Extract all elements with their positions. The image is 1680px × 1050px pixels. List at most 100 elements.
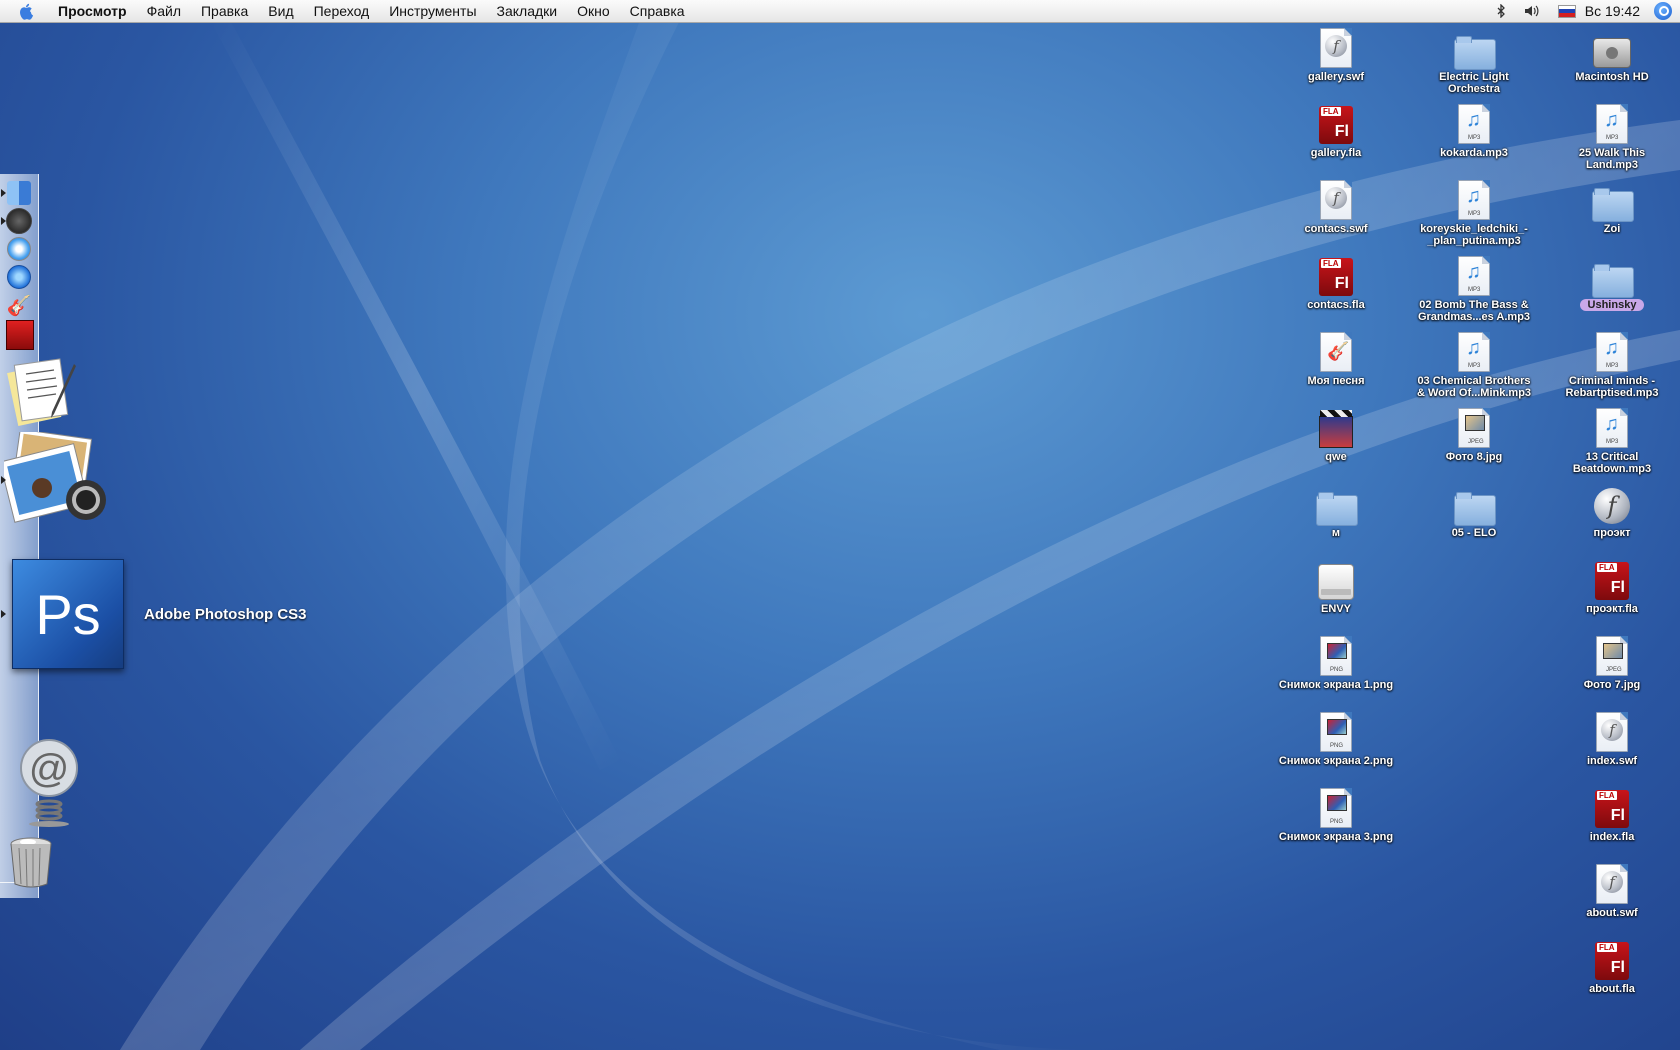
desktop-icon[interactable]: f gallery.swf [1271, 28, 1401, 83]
dock-trash[interactable] [8, 836, 54, 888]
desktop-icon-label: проэкт.fla [1586, 603, 1638, 615]
desktop-icon-label: м [1331, 527, 1341, 539]
desktop-icon-label: 25 Walk This Land.mp3 [1578, 147, 1646, 171]
fla-file-icon: FLA Fl [1319, 258, 1353, 296]
desktop-icon-label: Zoi [1603, 223, 1621, 235]
menu-tools[interactable]: Инструменты [379, 0, 486, 22]
dock-hover-label: Adobe Photoshop CS3 [144, 606, 307, 623]
desktop-icon-label: Criminal minds - Rebartptised.mp3 [1565, 375, 1659, 399]
dock-mail[interactable]: @ [14, 738, 84, 828]
guitar-icon: 🎸 [6, 294, 32, 317]
menu-window[interactable]: Окно [567, 0, 620, 22]
desktop-icon[interactable]: ♫ MP3 13 Critical Beatdown.mp3 [1547, 408, 1677, 475]
menu-view[interactable]: Вид [258, 0, 303, 22]
dock-garageband[interactable]: 🎸 [4, 292, 34, 318]
menu-bookmarks[interactable]: Закладки [487, 0, 568, 22]
desktop-icon[interactable]: FLA Fl gallery.fla [1271, 104, 1401, 159]
swf-file-icon: f [1320, 28, 1352, 68]
menu-clock[interactable]: Вс 19:42 [1585, 3, 1640, 19]
running-indicator [1, 189, 6, 197]
desktop-icon[interactable]: Macintosh HD [1547, 28, 1677, 83]
fla-file-icon: FLA Fl [1595, 562, 1629, 600]
desktop-icon[interactable]: PNG Снимок экрана 2.png [1271, 712, 1401, 767]
photo-booth-icon [6, 320, 34, 350]
desktop-icon[interactable]: f contacs.swf [1271, 180, 1401, 235]
input-source-flag-icon[interactable] [1557, 4, 1576, 18]
desktop-icon[interactable]: FLA Fl about.fla [1547, 940, 1677, 995]
desktop-icon[interactable]: Ushinsky [1547, 256, 1677, 311]
desktop-icon[interactable]: ENVY [1271, 560, 1401, 615]
desktop-icon[interactable]: м [1271, 484, 1401, 539]
desktop-icon[interactable]: FLA Fl проэкт.fla [1547, 560, 1677, 615]
desktop-icon[interactable]: ♫ MP3 03 Chemical Brothers & Word Of...Min… [1409, 332, 1539, 399]
desktop-icon-label: Снимок экрана 3.png [1278, 831, 1394, 843]
desktop-icon[interactable]: ♫ MP3 Criminal minds - Rebartptised.mp3 [1547, 332, 1677, 399]
running-indicator [1, 476, 6, 484]
movie-file-icon [1319, 410, 1353, 448]
png-file-icon: PNG [1320, 712, 1352, 752]
menu-edit[interactable]: Правка [191, 0, 258, 22]
desktop-icon-label: about.fla [1589, 983, 1635, 995]
running-indicator [1, 610, 6, 618]
desktop-icon[interactable]: ♫ MP3 25 Walk This Land.mp3 [1547, 104, 1677, 171]
mp3-file-icon: ♫ MP3 [1596, 408, 1628, 448]
desktop-icon[interactable]: JPEG Фото 8.jpg [1409, 408, 1539, 463]
external-drive-icon [1318, 564, 1354, 600]
menu-app-name[interactable]: Просмотр [48, 0, 137, 22]
desktop-icon-label: Снимок экрана 2.png [1278, 755, 1394, 767]
dock-photo-booth[interactable] [5, 320, 35, 350]
finder-icon [7, 181, 31, 205]
desktop-icon-label: 05 - ELO [1451, 527, 1497, 539]
dock-safari[interactable] [6, 236, 32, 262]
preview-icon [4, 432, 106, 523]
desktop-icon[interactable]: Electric Light Orchestra [1409, 28, 1539, 95]
desktop-icon-label: index.fla [1589, 831, 1635, 843]
dock-textedit[interactable] [6, 354, 80, 428]
desktop-icon[interactable]: FLA Fl contacs.fla [1271, 256, 1401, 311]
mp3-file-icon: ♫ MP3 [1458, 332, 1490, 372]
desktop-icon[interactable]: Zoi [1547, 180, 1677, 235]
desktop-icon[interactable]: FLA Fl index.fla [1547, 788, 1677, 843]
desktop-icon[interactable]: ♫ MP3 kokarda.mp3 [1409, 104, 1539, 159]
desktop-icon[interactable]: 05 - ELO [1409, 484, 1539, 539]
png-file-icon: PNG [1320, 636, 1352, 676]
apple-menu-icon[interactable] [18, 2, 36, 20]
photoshop-mark: Ps [35, 582, 101, 646]
desktop-icon-label: 13 Critical Beatdown.mp3 [1572, 451, 1652, 475]
desktop-icon[interactable]: ♫ MP3 koreyskie_ledchiki_- _plan_putina.mp… [1409, 180, 1539, 247]
textedit-icon [7, 358, 76, 426]
dock-quicktime[interactable] [6, 264, 32, 290]
desktop-icon-label: contacs.fla [1307, 299, 1365, 311]
desktop-icon-label: 02 Bomb The Bass & Grandmas...es A.mp3 [1417, 299, 1531, 323]
desktop-icon[interactable]: f index.swf [1547, 712, 1677, 767]
menu-help[interactable]: Справка [620, 0, 695, 22]
running-indicator [1, 217, 6, 225]
menu-file[interactable]: Файл [137, 0, 191, 22]
desktop-icon[interactable]: qwe [1271, 408, 1401, 463]
mp3-file-icon: ♫ MP3 [1458, 256, 1490, 296]
front-row-icon [6, 208, 32, 234]
dock-front-row[interactable] [6, 208, 32, 234]
desktop-icon[interactable]: PNG Снимок экрана 1.png [1271, 636, 1401, 691]
jpeg-file-icon: JPEG [1458, 408, 1490, 448]
desktop-icon[interactable]: PNG Снимок экрана 3.png [1271, 788, 1401, 843]
dock-photoshop[interactable]: Ps [12, 558, 124, 670]
desktop-icon[interactable]: f проэкт [1547, 484, 1677, 539]
dock-finder[interactable] [6, 180, 32, 206]
desktop-icon-label: qwe [1325, 451, 1347, 463]
photoshop-icon: Ps [12, 559, 124, 669]
desktop-icon-label: contacs.swf [1304, 223, 1368, 235]
desktop-icon[interactable]: ♫ MP3 02 Bomb The Bass & Grandmas...es A.m… [1409, 256, 1539, 323]
desktop-icon[interactable]: f about.swf [1547, 864, 1677, 919]
dock-preview[interactable] [4, 432, 114, 532]
desktop-icon-label: 03 Chemical Brothers & Word Of...Mink.mp… [1416, 375, 1532, 399]
desktop-icon-label: about.swf [1586, 907, 1638, 919]
spotlight-icon[interactable] [1654, 2, 1672, 20]
folder-icon [1592, 264, 1634, 298]
volume-icon[interactable] [1524, 4, 1540, 18]
menu-go[interactable]: Переход [304, 0, 380, 22]
bluetooth-icon[interactable] [1496, 4, 1506, 18]
desktop-icon-label: Фото 8.jpg [1445, 451, 1503, 463]
desktop-icon[interactable]: 🎸 Моя песня [1271, 332, 1401, 387]
desktop-icon[interactable]: JPEG Фото 7.jpg [1547, 636, 1677, 691]
